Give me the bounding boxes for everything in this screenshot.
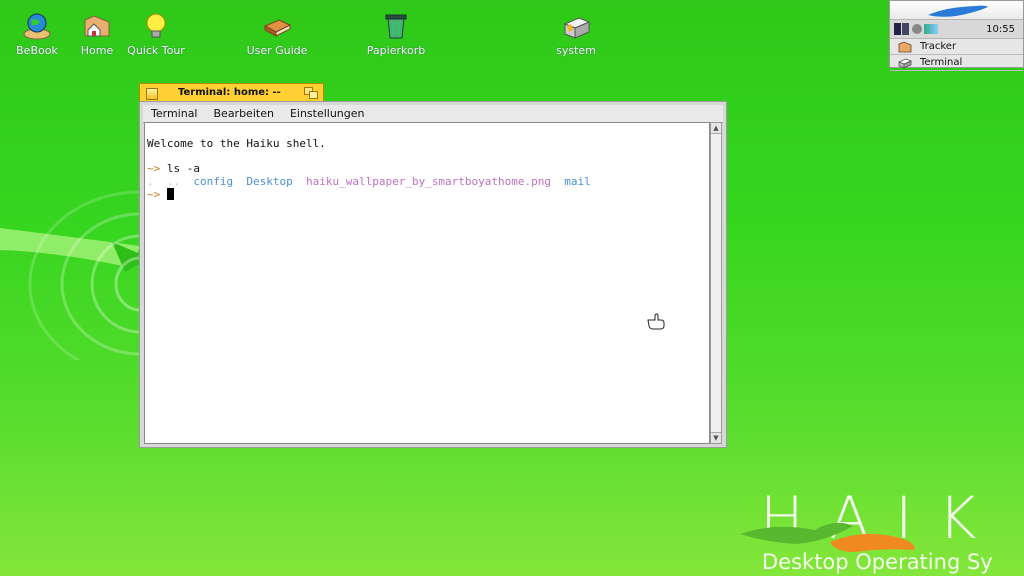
haiku-feather-icon: [928, 5, 988, 17]
prompt-line: ~>: [147, 188, 174, 201]
workspaces-icon[interactable]: [902, 23, 909, 35]
deskbar-menu-button[interactable]: [890, 1, 1023, 20]
deskbar-app-terminal[interactable]: Terminal: [890, 55, 1023, 71]
close-button[interactable]: [146, 88, 158, 100]
tracker-icon: [898, 41, 912, 52]
window-title: Terminal: home: --: [178, 87, 281, 98]
workspaces-icon[interactable]: [894, 23, 901, 35]
globe-book-icon: [23, 13, 51, 40]
listing-entry: ..: [166, 175, 181, 188]
desktop-icon-system[interactable]: system: [536, 12, 616, 57]
media-icon[interactable]: [924, 24, 938, 34]
network-status-icon[interactable]: [912, 24, 922, 34]
prompt: ~>: [147, 188, 161, 201]
deskbar-tray: 10:55: [890, 20, 1023, 39]
home-folder-icon: [84, 15, 110, 37]
command-text: ls -a: [166, 162, 200, 175]
hand-cursor-icon: [647, 313, 665, 330]
lightbulb-icon: [146, 13, 166, 38]
desktop-icon-user-guide[interactable]: User Guide: [237, 12, 317, 57]
desktop-icon-label: system: [556, 44, 596, 57]
desktop-icon-quick-tour[interactable]: Quick Tour: [116, 12, 196, 57]
deskbar: 10:55 Tracker Terminal: [889, 0, 1024, 71]
listing-line: . .. config Desktop haiku_wallpaper_by_s…: [147, 175, 591, 188]
text-cursor: [166, 188, 174, 200]
desktop-icon-label: BeBook: [16, 44, 58, 57]
haiku-logo-subtitle: Desktop Operating Sy: [762, 550, 993, 574]
menu-einstellungen[interactable]: Einstellungen: [282, 107, 373, 120]
deskbar-app-tracker[interactable]: Tracker: [890, 39, 1023, 55]
menu-bearbeiten[interactable]: Bearbeiten: [206, 107, 282, 120]
desktop-icon-label: User Guide: [246, 44, 308, 57]
listing-entry: Desktop: [246, 175, 293, 188]
desktop-icon-papierkorb[interactable]: Papierkorb: [356, 12, 436, 57]
listing-entry: mail: [564, 175, 591, 188]
deskbar-app-label: Terminal: [920, 57, 963, 68]
trash-icon: [385, 14, 407, 39]
desktop-icon-label: Quick Tour: [127, 44, 185, 57]
terminal-menubar: Terminal Bearbeiten Einstellungen: [143, 105, 723, 123]
command-line: ~> ls -a: [147, 162, 200, 175]
terminal-window: Terminal Bearbeiten Einstellungen Welcom…: [139, 101, 727, 448]
deskbar-clock[interactable]: 10:55: [986, 24, 1015, 35]
terminal-view[interactable]: Welcome to the Haiku shell. ~> ls -a . .…: [144, 122, 710, 444]
deskbar-app-label: Tracker: [920, 41, 957, 52]
book-icon: [263, 19, 292, 37]
scroll-up-arrow-icon[interactable]: ▲: [711, 123, 721, 134]
listing-entry: config: [193, 175, 234, 188]
prompt: ~>: [147, 162, 161, 175]
scroll-down-arrow-icon[interactable]: ▼: [711, 432, 721, 443]
system-volume-icon: [563, 17, 591, 39]
desktop-icon-label: Papierkorb: [366, 44, 426, 57]
desktop-icon-label: Home: [80, 44, 114, 57]
terminal-icon: [898, 58, 912, 69]
listing-entry: haiku_wallpaper_by_smartboyathome.png: [305, 175, 552, 188]
listing-entry: .: [147, 175, 154, 188]
zoom-button[interactable]: [304, 87, 318, 99]
welcome-line: Welcome to the Haiku shell.: [147, 137, 326, 150]
vertical-scrollbar[interactable]: ▲ ▼: [710, 122, 722, 444]
terminal-window-tab[interactable]: Terminal: home: --: [139, 83, 324, 102]
menu-terminal[interactable]: Terminal: [143, 107, 206, 120]
